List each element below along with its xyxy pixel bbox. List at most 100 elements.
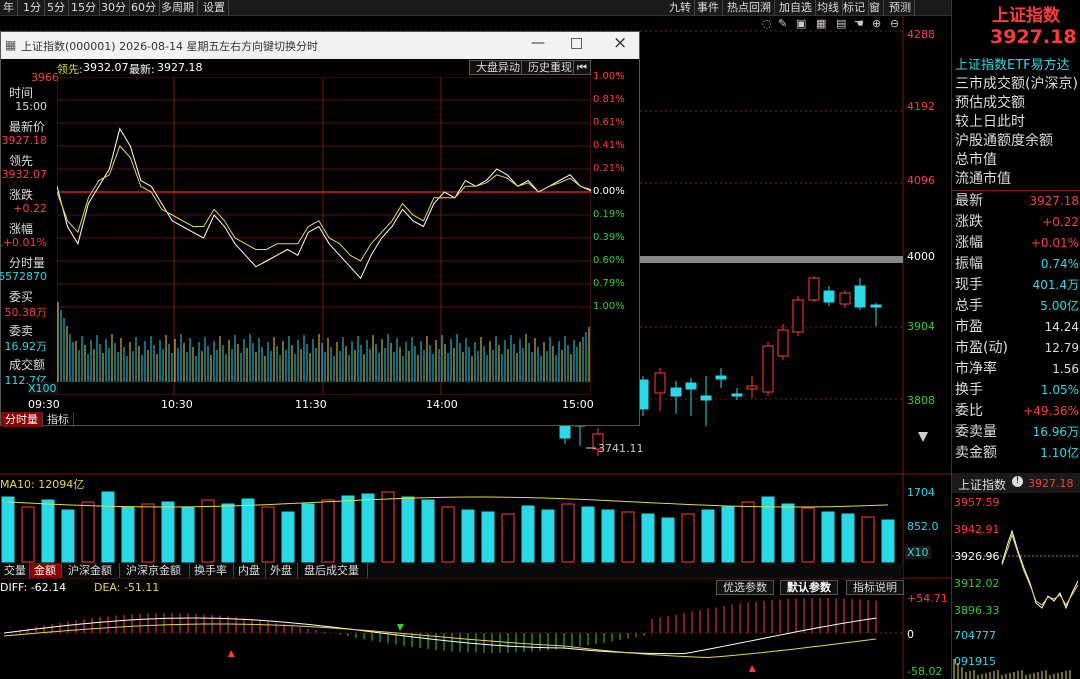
volume-bar bbox=[41, 499, 55, 563]
tab-amount[interactable]: 金额 bbox=[30, 563, 62, 578]
popup-title: 上证指数(000001) 2026-08-14 星期五 bbox=[21, 40, 220, 53]
settings-tab[interactable]: 设置 bbox=[200, 0, 229, 16]
link-estimated-turnover[interactable]: 预估成交额 bbox=[955, 94, 1080, 113]
tab-sh-sz-amount[interactable]: 沪深金额 bbox=[64, 563, 120, 578]
pct-tick: 0.79% bbox=[593, 278, 625, 289]
volume-unit: X10 bbox=[905, 546, 931, 559]
period-15min[interactable]: 15分 bbox=[68, 0, 100, 16]
volume-tick: 852.0 bbox=[907, 520, 939, 533]
quote-stat-value: 12.79 bbox=[1044, 341, 1079, 355]
macd-tick: +54.71 bbox=[907, 592, 948, 605]
volume-bar bbox=[741, 501, 755, 563]
quote-stat-value: 14.24 bbox=[1044, 320, 1079, 334]
volume-bar bbox=[81, 501, 95, 563]
pct-tick: 0.60% bbox=[593, 255, 625, 266]
tab-sh-sz-bj-amount[interactable]: 沪深京金额 bbox=[122, 563, 190, 578]
minimize-icon[interactable]: — bbox=[531, 35, 545, 51]
volume-bar bbox=[21, 506, 35, 563]
period-year[interactable]: 年 bbox=[0, 0, 18, 16]
candle-body bbox=[777, 329, 789, 357]
candle-body bbox=[700, 395, 712, 401]
mini-chart-title: 上证指数 bbox=[958, 478, 1007, 492]
panel-divider bbox=[952, 190, 1080, 191]
volume-bar bbox=[61, 509, 75, 563]
etf-link[interactable]: 上证指数ETF易方达 bbox=[955, 54, 1070, 73]
quote-stat-row: 最新 3927.18 bbox=[955, 192, 1080, 211]
cursor-info-panel: 时间 15:00 最新价 3927.18 领先 3932.07 涨跌 +0.22 涨幅 +0.01… bbox=[0, 84, 55, 394]
scroll-down-icon[interactable] bbox=[918, 432, 928, 442]
volume-bar bbox=[781, 503, 795, 563]
price-tick: 3808 bbox=[907, 394, 935, 407]
link-turnover-three[interactable]: 三市成交额(沪深京) bbox=[955, 75, 1080, 94]
default-params-button[interactable]: 默认参数 bbox=[780, 580, 838, 595]
period-5min[interactable]: 5分 bbox=[44, 0, 69, 16]
predict-button[interactable]: 预测 bbox=[886, 0, 915, 16]
maximize-icon[interactable]: □ bbox=[570, 35, 583, 51]
volume-bar bbox=[441, 506, 455, 563]
link-float-market-cap[interactable]: 流通市值 bbox=[955, 170, 1080, 189]
events-button[interactable]: 事件 bbox=[694, 0, 723, 16]
nine-turn-button[interactable]: 九转 bbox=[666, 0, 695, 16]
skip-back-icon[interactable]: ⏮ bbox=[573, 60, 591, 75]
tab-inner[interactable]: 内盘 bbox=[234, 563, 266, 578]
volume-bar bbox=[541, 509, 555, 563]
tab-intraday-volume[interactable]: 分时量 bbox=[1, 412, 43, 427]
window-button[interactable]: 窗 bbox=[866, 0, 884, 16]
preferred-params-button[interactable]: 优选参数 bbox=[716, 580, 774, 595]
link-total-market-cap[interactable]: 总市值 bbox=[955, 151, 1080, 170]
volume-bar bbox=[281, 511, 295, 563]
vol-unit: X100 bbox=[28, 382, 57, 395]
volume-ma-label: MA10: 12094亿 bbox=[0, 478, 85, 491]
tab-turnover[interactable]: 换手率 bbox=[190, 563, 234, 578]
tab-after-hours[interactable]: 盘后成交量 bbox=[300, 563, 368, 578]
volume-bar bbox=[581, 506, 595, 563]
volume-bar bbox=[241, 498, 255, 563]
volume-bar bbox=[261, 506, 275, 563]
add-watchlist-button[interactable]: 加自选 bbox=[776, 0, 816, 16]
quote-stat-label: 卖金额 bbox=[955, 445, 997, 461]
volume-bar bbox=[481, 511, 495, 563]
moving-average-button[interactable]: 均线 bbox=[814, 0, 843, 16]
quote-stat-label: 市盈(动) bbox=[955, 340, 1008, 356]
hotspot-replay-button[interactable]: 热点回溯 bbox=[724, 0, 775, 16]
volume-bar bbox=[661, 517, 675, 563]
indicator-help-button[interactable]: 指标说明 bbox=[846, 580, 904, 595]
volume-tick: 1704 bbox=[907, 486, 935, 499]
tab-outer[interactable]: 外盘 bbox=[266, 563, 298, 578]
period-60min[interactable]: 60分 bbox=[128, 0, 160, 16]
period-30min[interactable]: 30分 bbox=[98, 0, 130, 16]
volume-bar bbox=[341, 495, 355, 563]
history-replay-button[interactable]: 历史重现 bbox=[521, 60, 579, 75]
market-anomaly-button[interactable]: 大盘异动 bbox=[469, 60, 527, 75]
price-tick: 3904 bbox=[907, 320, 935, 333]
quote-stat-value: +49.36% bbox=[1023, 404, 1079, 418]
tab-volume[interactable]: 交量 bbox=[0, 563, 30, 578]
candle-body bbox=[715, 375, 727, 380]
volume-bar bbox=[501, 513, 515, 563]
link-vs-yesterday[interactable]: 较上日此时 bbox=[955, 113, 1080, 132]
volume-bar bbox=[701, 509, 715, 563]
tab-indicator[interactable]: 指标 bbox=[43, 412, 74, 427]
mark-button[interactable]: 标记 bbox=[840, 0, 869, 16]
price-tick: 4000 bbox=[907, 250, 935, 263]
period-1min[interactable]: 1分 bbox=[20, 0, 45, 16]
time-tick: 09:30 bbox=[28, 398, 60, 411]
volume-bar bbox=[1, 496, 15, 563]
quote-stat-value: 1.10亿 bbox=[1040, 446, 1079, 460]
quote-stat-row: 市盈 14.24 bbox=[955, 318, 1080, 337]
popup-titlebar[interactable]: ▦ 上证指数(000001) 2026-08-14 星期五 左右方向键切换分时 … bbox=[1, 32, 639, 59]
volume-bar bbox=[821, 511, 835, 563]
volume-bar bbox=[601, 509, 615, 563]
pct-tick: 0.41% bbox=[593, 140, 625, 151]
link-northbound-quota[interactable]: 沪股通额度余额 bbox=[955, 132, 1080, 151]
info-icon[interactable]: ! bbox=[1012, 476, 1023, 487]
candle-body bbox=[839, 292, 851, 305]
quote-stat-label: 市净率 bbox=[955, 361, 997, 377]
quote-stat-value: 5.00亿 bbox=[1040, 299, 1079, 313]
candle-body bbox=[808, 277, 820, 301]
volume-bar bbox=[321, 499, 335, 563]
pct-tick: 0.81% bbox=[593, 94, 625, 105]
multi-period[interactable]: 多周期 bbox=[158, 0, 198, 16]
quote-stat-value: 16.96万 bbox=[1032, 425, 1079, 439]
close-icon[interactable]: × bbox=[613, 33, 627, 53]
